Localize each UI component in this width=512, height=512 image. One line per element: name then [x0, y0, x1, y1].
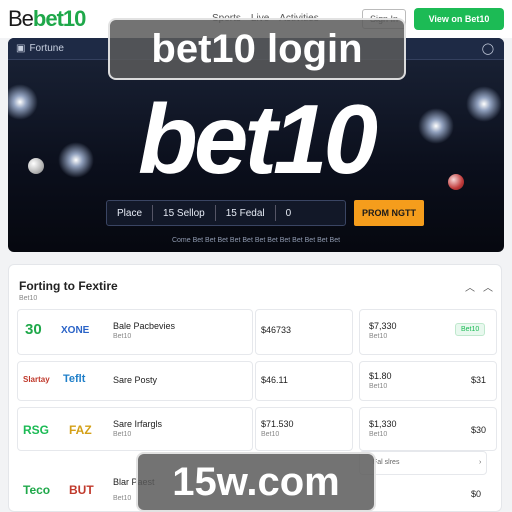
match-name: Sare Posty — [113, 375, 158, 385]
brand-name: bet10 — [32, 6, 86, 31]
status-badge: Bet10 — [455, 323, 486, 336]
hero-bar-label: Fortune — [29, 43, 64, 54]
search-segment[interactable]: 0 — [276, 208, 302, 219]
watermark-bottom: 15w.com — [136, 452, 376, 512]
team-a-logo: RSG — [23, 423, 50, 437]
team-b-logo: BUT — [69, 483, 94, 497]
view-cta-button[interactable]: View on Bet10 — [414, 8, 504, 30]
odd-value[interactable]: $1,330 — [369, 419, 397, 429]
brand-logo[interactable]: Bebet10 — [8, 6, 86, 32]
chevron-up-icon[interactable]: ︿ — [465, 279, 475, 294]
match-sub: Bet10 — [113, 333, 132, 340]
odd-value[interactable]: $30 — [471, 425, 486, 435]
odd-sub: Bet10 — [369, 383, 388, 390]
watermark-top: bet10 login — [108, 18, 406, 80]
chevron-up-icon[interactable]: ︿ — [483, 279, 493, 294]
odd-sub: Bet10 — [369, 333, 388, 340]
section-title: Forting to Fextire — [19, 279, 118, 293]
odd-value[interactable]: $46.11 — [261, 375, 288, 385]
team-a-logo: Teco — [23, 483, 51, 497]
match-sub: Bet10 — [113, 495, 132, 502]
odds-cell[interactable] — [255, 407, 353, 451]
match-name: Sare Irfargls — [113, 419, 163, 429]
more-link-label: Fal slres — [373, 459, 400, 466]
search-bar[interactable]: Place 15 Sellop 15 Fedal 0 — [106, 200, 346, 226]
odd-value[interactable]: $0 — [471, 489, 481, 499]
match-name: Bale Pacbevies — [113, 321, 176, 331]
settings-icon[interactable]: ◯ — [482, 42, 494, 55]
odd-value[interactable]: $31 — [471, 375, 486, 385]
brand-prefix: Be — [8, 6, 34, 31]
chevron-right-icon: › — [479, 459, 482, 466]
odd-value[interactable]: $1.80 — [369, 371, 392, 381]
hero-subtitle: Come Bet Bet Bet Bet Bet Bet Bet Bet Bet… — [171, 237, 341, 244]
hero-title: bet10 — [137, 84, 378, 194]
odd-value[interactable]: $46733 — [261, 325, 291, 335]
team-b-logo: FAZ — [69, 423, 92, 437]
odd-sub: Bet10 — [369, 431, 388, 438]
search-segment[interactable]: 15 Sellop — [153, 208, 215, 219]
team-b-logo: Teflt — [63, 373, 86, 385]
match-row[interactable] — [17, 407, 253, 451]
search-segment[interactable]: Place — [107, 208, 152, 219]
team-a-logo: Slartay — [23, 375, 50, 384]
team-b-logo: XONE — [61, 325, 90, 336]
odd-value[interactable]: $71.530 — [261, 419, 294, 429]
odd-sub: Bet10 — [261, 431, 280, 438]
search-segment[interactable]: 15 Fedal — [216, 208, 275, 219]
team-a-logo: 30 — [25, 321, 42, 338]
promo-button[interactable]: PROM NGTT — [354, 200, 424, 226]
odd-value[interactable]: $7,330 — [369, 321, 397, 331]
section-subtitle: Bet10 — [19, 295, 38, 302]
match-sub: Bet10 — [113, 431, 132, 438]
match-row[interactable] — [17, 309, 253, 355]
folder-icon: ▣ — [16, 43, 26, 54]
